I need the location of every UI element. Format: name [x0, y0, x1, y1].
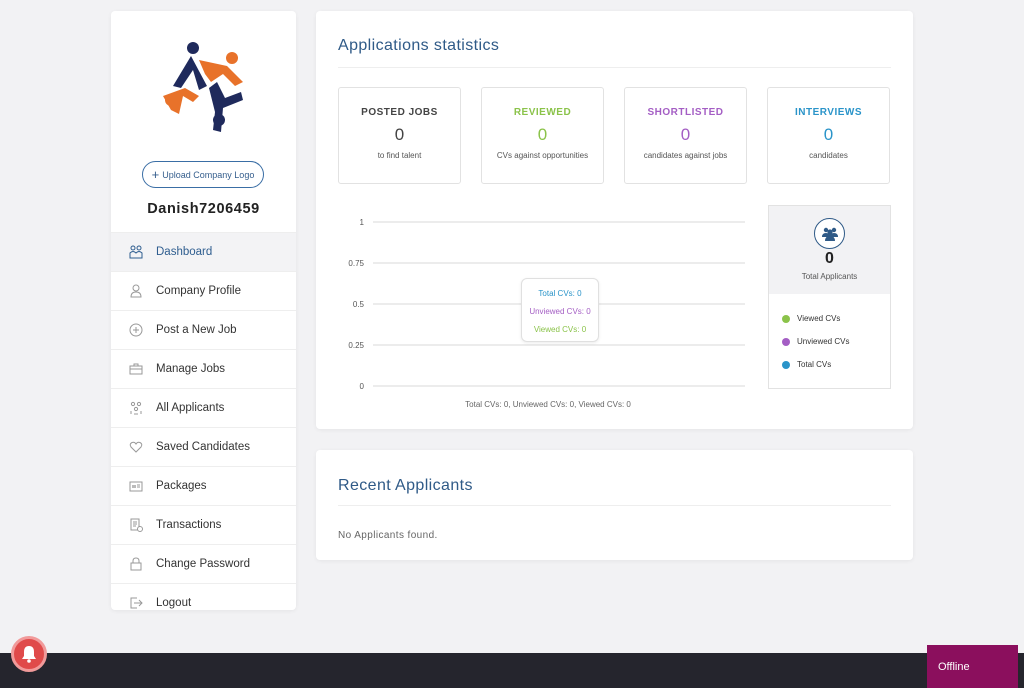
y-tick-label: 1 — [360, 218, 365, 227]
sidebar-item-label: Dashboard — [156, 246, 213, 258]
bell-icon — [22, 646, 36, 663]
tooltip-viewed: Viewed CVs: 0 — [533, 325, 587, 334]
footer — [0, 653, 1024, 688]
sidebar-menu: Dashboard Company Profile Post a New Job… — [111, 232, 296, 622]
stat-value: 0 — [680, 125, 691, 144]
sidebar-item-label: Logout — [156, 597, 192, 609]
briefcase-icon — [129, 362, 143, 376]
stat-subtitle: CVs against opportunities — [496, 151, 589, 160]
cv-chart: 1 0.75 0.5 0.25 0 Total CVs: 0 Unviewed CVs:… — [338, 206, 758, 416]
y-tick-label: 0 — [360, 382, 365, 391]
sidebar-item-label: Packages — [156, 480, 207, 492]
sidebar-item-saved-candidates[interactable]: Saved Candidates — [111, 427, 296, 466]
chart-caption: Total CVs: 0, Unviewed CVs: 0, Viewed CV… — [465, 400, 631, 409]
recent-applicants-card: Recent Applicants No Applicants found. — [316, 450, 913, 560]
legend-label: Viewed CVs — [797, 314, 841, 323]
recent-applicants-title: Recent Applicants — [338, 477, 473, 494]
dashboard-icon — [129, 245, 143, 259]
stat-value: 0 — [394, 125, 405, 144]
stat-box-reviewed[interactable]: REVIEWED 0 CVs against opportunities — [481, 87, 604, 184]
notification-bell-button[interactable] — [11, 636, 47, 672]
legend-list: Viewed CVs Unviewed CVs Total CVs — [769, 294, 890, 376]
stat-title: REVIEWED — [513, 107, 572, 118]
chat-status-button[interactable]: Offline — [927, 645, 1018, 688]
sidebar-item-dashboard[interactable]: Dashboard — [111, 232, 296, 271]
legend-label: Unviewed CVs — [797, 337, 850, 346]
chart-tooltip: Total CVs: 0 Unviewed CVs: 0 Viewed CVs:… — [521, 278, 599, 342]
empty-state-text: No Applicants found. — [338, 530, 438, 541]
legend-label: Total CVs — [797, 360, 832, 369]
statistics-title: Applications statistics — [338, 37, 500, 54]
sidebar-item-packages[interactable]: Packages — [111, 466, 296, 505]
tooltip-total: Total CVs: 0 — [538, 289, 582, 298]
plus-icon: + — [151, 167, 160, 182]
stat-value: 0 — [823, 125, 834, 144]
plus-circle-icon — [129, 323, 143, 337]
stat-box-shortlisted[interactable]: SHORTLISTED 0 candidates against jobs — [624, 87, 747, 184]
upload-logo-button[interactable]: + Upload Company Logo — [142, 161, 264, 188]
legend-item-unviewed[interactable]: Unviewed CVs — [769, 330, 890, 353]
users-icon — [129, 401, 143, 415]
sidebar-item-post-job[interactable]: Post a New Job — [111, 310, 296, 349]
user-icon — [129, 284, 143, 298]
sidebar-item-all-applicants[interactable]: All Applicants — [111, 388, 296, 427]
divider — [338, 505, 891, 506]
legend-item-viewed[interactable]: Viewed CVs — [769, 307, 890, 330]
lock-icon — [129, 557, 143, 571]
stat-subtitle: to find talent — [377, 151, 422, 160]
y-tick-label: 0.25 — [348, 341, 364, 350]
stat-subtitle: candidates — [809, 151, 848, 160]
sidebar-item-company-profile[interactable]: Company Profile — [111, 271, 296, 310]
total-applicants-value: 0 — [825, 250, 834, 267]
y-tick-label: 0.5 — [353, 300, 365, 309]
stat-box-posted-jobs[interactable]: POSTED JOBS 0 to find talent — [338, 87, 461, 184]
legend-dot — [782, 337, 790, 346]
tooltip-unviewed: Unviewed CVs: 0 — [529, 307, 591, 316]
company-logo — [155, 36, 251, 136]
legend-dot — [782, 314, 790, 323]
sidebar-item-label: Company Profile — [156, 285, 242, 297]
sidebar-item-change-password[interactable]: Change Password — [111, 544, 296, 583]
sidebar-item-label: Transactions — [156, 519, 222, 531]
sidebar-item-manage-jobs[interactable]: Manage Jobs — [111, 349, 296, 388]
stat-value: 0 — [537, 125, 548, 144]
stat-box-interviews[interactable]: INTERVIEWS 0 candidates — [767, 87, 890, 184]
sidebar-item-label: Saved Candidates — [156, 441, 250, 453]
legend-dot — [782, 360, 790, 369]
stat-title: SHORTLISTED — [647, 107, 724, 118]
logout-icon — [129, 596, 143, 610]
divider — [338, 67, 891, 68]
users-icon — [814, 218, 845, 249]
stat-subtitle: candidates against jobs — [643, 151, 728, 160]
sidebar-item-label: Change Password — [156, 558, 250, 570]
sidebar-item-logout[interactable]: Logout — [111, 583, 296, 622]
upload-logo-label: Upload Company Logo — [162, 169, 255, 180]
legend-item-total[interactable]: Total CVs — [769, 353, 890, 376]
sidebar-item-label: All Applicants — [156, 402, 225, 414]
transactions-icon — [129, 518, 143, 532]
sidebar-item-transactions[interactable]: Transactions — [111, 505, 296, 544]
sidebar: + Upload Company Logo Danish7206459 Dash… — [111, 11, 296, 610]
y-tick-label: 0.75 — [348, 259, 364, 268]
stat-title: INTERVIEWS — [794, 107, 863, 118]
statistics-card: Applications statistics POSTED JOBS 0 to… — [316, 11, 913, 429]
sidebar-item-label: Post a New Job — [156, 324, 237, 336]
sidebar-item-label: Manage Jobs — [156, 363, 226, 375]
chart-legend: 0 Total Applicants Viewed CVs Unviewed C… — [768, 205, 891, 389]
total-applicants-label: Total Applicants — [801, 272, 858, 281]
company-name: Danish7206459 — [147, 201, 260, 217]
heart-icon — [129, 440, 143, 454]
stat-title: POSTED JOBS — [361, 107, 438, 118]
package-icon — [129, 479, 143, 493]
total-applicants-panel: 0 Total Applicants — [769, 206, 890, 294]
